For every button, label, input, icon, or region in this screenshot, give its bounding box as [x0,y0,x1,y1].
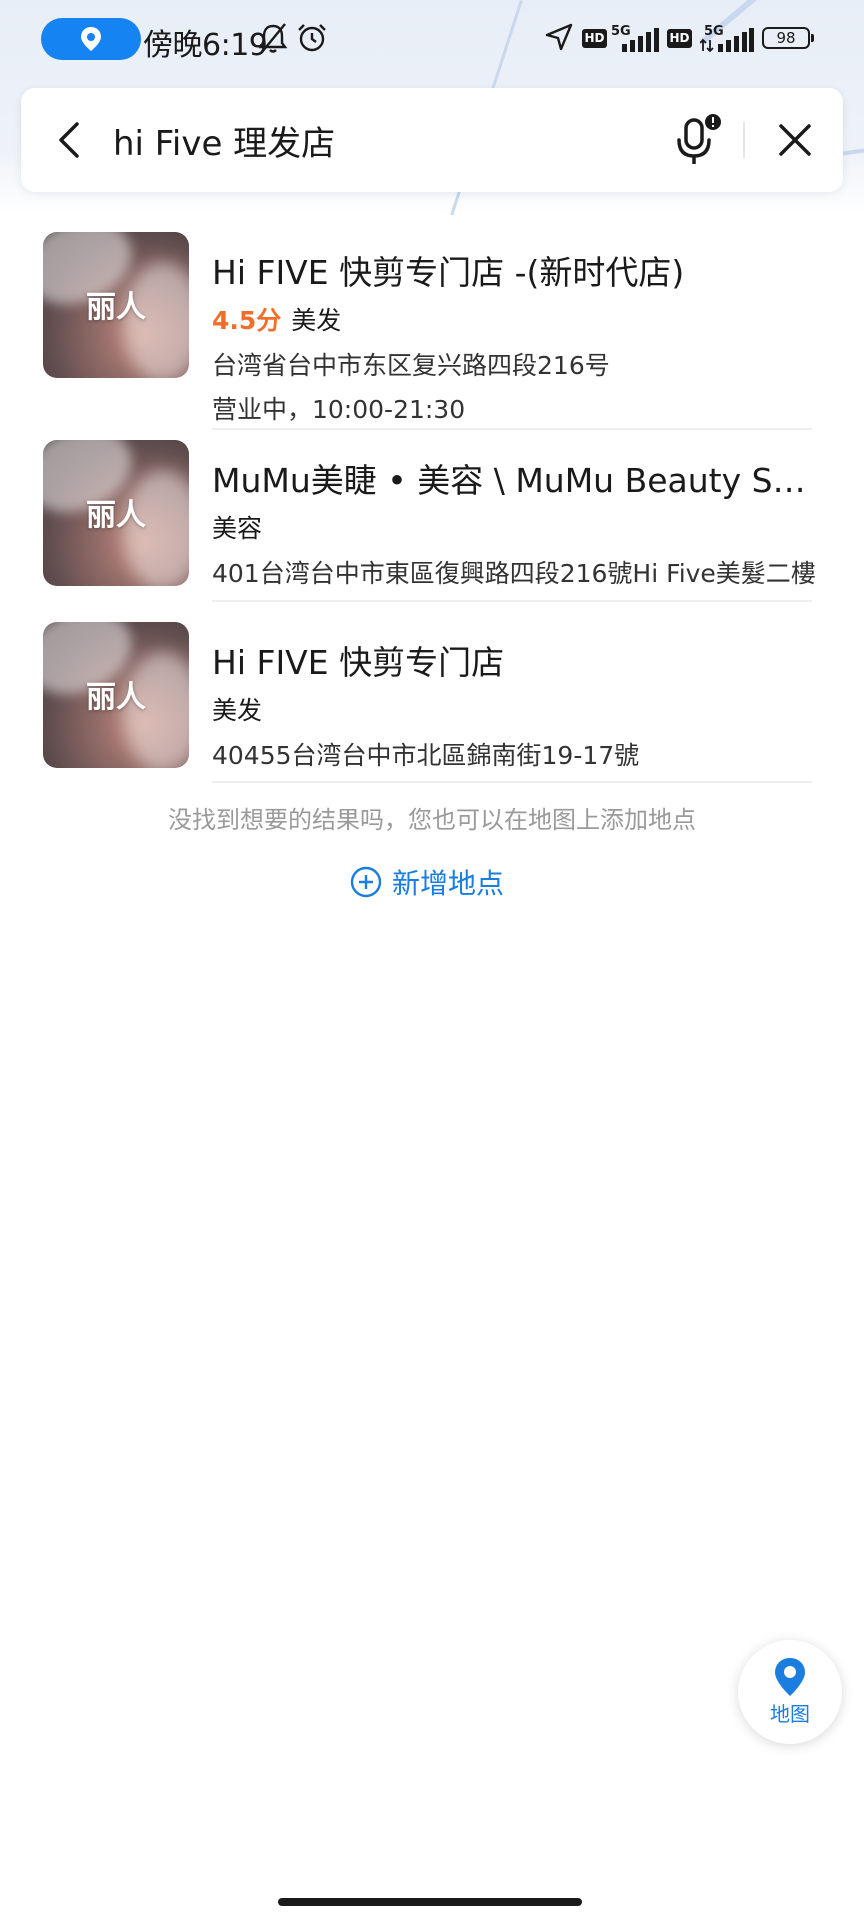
result-category: 美发 [212,696,263,725]
result-thumbnail: 丽人 [43,622,189,768]
result-title[interactable]: Hi FIVE 快剪专门店 [212,636,812,684]
result-address: 401台湾台中市東區復興路四段216號Hi Five美髮二樓 [212,559,816,588]
result-title[interactable]: MuMu美睫 • 美容 \ MuMu Beauty Studio [212,454,812,502]
signal-bars-icon [622,28,659,52]
status-bar: 傍晚6:19 HD 5G HD 5G 98 [0,0,864,80]
result-divider [212,428,812,430]
map-pin-icon [775,1658,805,1696]
result-thumbnail: 丽人 [43,232,189,378]
battery-indicator: 98 [762,27,814,49]
no-result-hint: 没找到想要的结果吗，您也可以在地图上添加地点 [168,806,696,834]
alarm-clock-icon [298,24,326,52]
result-divider [212,781,812,783]
map-view-label: 地图 [770,1702,810,1726]
result-address: 台湾省台中市东区复兴路四段216号 [212,351,610,380]
home-indicator[interactable] [278,1898,582,1906]
clock: 傍晚6:19 [143,28,268,63]
close-icon[interactable] [773,118,817,162]
microphone-icon[interactable] [669,112,725,168]
location-sharing-pill[interactable] [41,18,141,60]
result-rating: 4.5分 [212,306,282,335]
back-icon[interactable] [49,118,93,162]
result-hours: 营业中，10:00-21:30 [212,395,466,424]
result-address: 40455台湾台中市北區錦南街19-17號 [212,741,640,770]
thumbnail-label: 丽人 [86,290,146,325]
location-pin-icon [81,27,101,51]
hd-badge-1: HD [582,29,607,48]
plus-circle-icon [350,866,382,898]
result-meta: 4.5分 美发 [212,301,341,337]
result-divider [212,600,812,602]
search-divider [743,122,745,158]
bell-off-icon [258,23,288,53]
add-place-label: 新增地点 [392,867,505,900]
search-bar [21,88,843,192]
signal-bars-icon-2 [700,28,754,52]
result-title[interactable]: Hi FIVE 快剪专门店 -(新时代店) [212,246,812,294]
result-category: 美容 [212,514,263,543]
thumbnail-label: 丽人 [86,680,146,715]
add-place-button[interactable]: 新增地点 [350,862,504,902]
navigation-arrow-icon [545,23,573,51]
result-thumbnail: 丽人 [43,440,189,586]
search-input[interactable] [113,114,633,166]
thumbnail-label: 丽人 [86,498,146,533]
map-view-button[interactable]: 地图 [738,1640,842,1744]
hd-badge-2: HD [667,29,692,48]
result-category: 美发 [291,306,342,335]
